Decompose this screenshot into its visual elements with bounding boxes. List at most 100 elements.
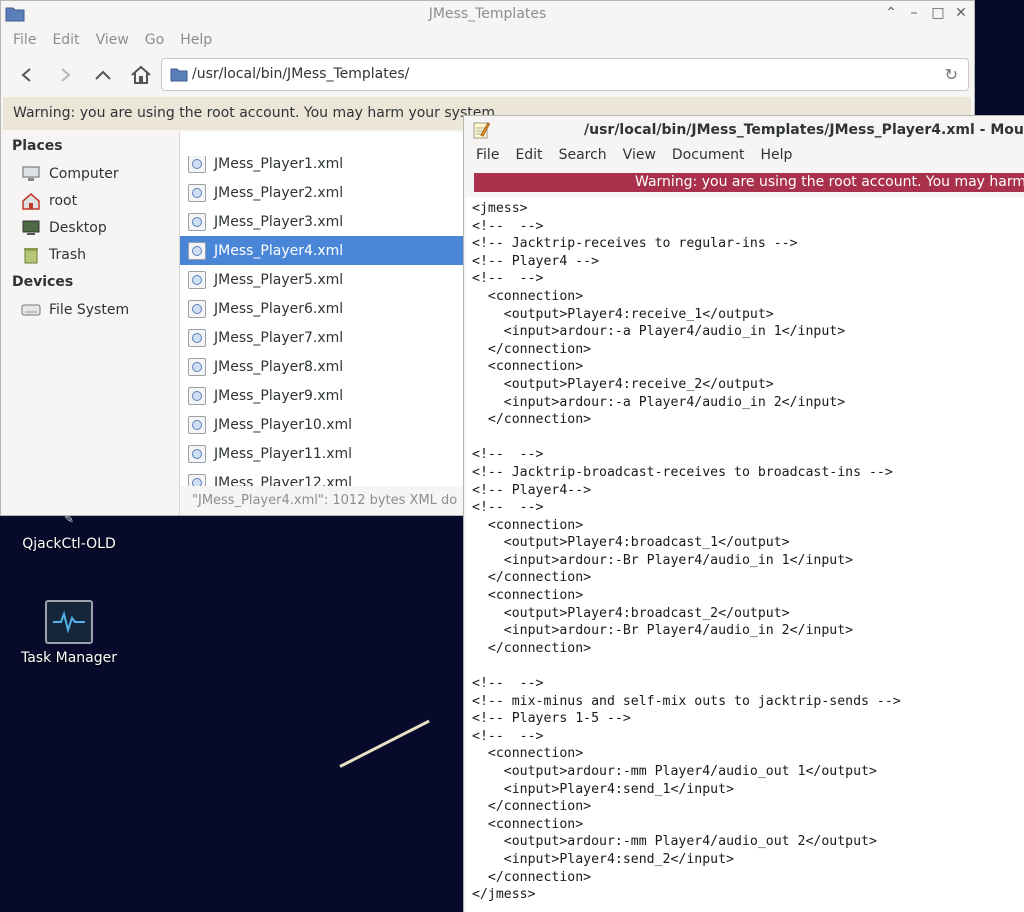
menu-document[interactable]: Document [664,144,753,170]
xml-file-icon [188,473,206,486]
code-line: <input>ardour:-a Player4/audio_in 2</inp… [472,394,846,410]
file-row[interactable]: JMess_Player7.xml [180,323,480,352]
code-line: <output>Player4:receive_1</output> [472,306,774,322]
file-manager-titlebar[interactable]: JMess_Templates ⌃ – □ ✕ [1,1,974,29]
menu-edit[interactable]: Edit [44,29,87,53]
file-name: JMess_Player10.xml [214,416,353,433]
devices-header: Devices [12,274,74,290]
code-line: <!-- --> [472,271,544,287]
location-path: /usr/local/bin/JMess_Templates/ [192,66,410,82]
file-list: JMess_Player1.xml JMess_Player2.xml JMess_… [180,156,480,486]
file-name: JMess_Player12.xml [214,474,353,487]
sidebar-item-file-system[interactable]: File System [1,296,179,323]
code-line: <input>ardour:-Br Player4/audio_in 2</in… [472,623,854,639]
maximize-button[interactable]: □ [928,5,948,21]
desktop-icon-label: Task Manager [20,650,118,666]
file-name: JMess_Player6.xml [214,300,344,317]
sidebar: Places Computer root Desktop Trash Devic… [1,132,180,515]
file-name: JMess_Player5.xml [214,271,344,288]
code-line: <output>ardour:-mm Player4/audio_out 2</… [472,834,877,850]
file-row[interactable]: JMess_Player1.xml [180,156,480,178]
keep-above-icon[interactable]: ⌃ [881,5,901,21]
sidebar-item-computer[interactable]: Computer [1,160,179,187]
menu-view[interactable]: View [615,144,664,170]
code-line: <input>ardour:-Br Player4/audio_in 1</in… [472,552,854,568]
desktop-icon-task-manager[interactable]: Task Manager [14,600,124,666]
file-row[interactable]: JMess_Player6.xml [180,294,480,323]
file-row[interactable]: JMess_Player10.xml [180,410,480,439]
computer-icon [21,164,41,184]
close-button[interactable]: ✕ [951,5,971,21]
code-line: <connection> [472,588,584,604]
forward-button[interactable] [51,61,79,89]
file-row[interactable]: JMess_Player3.xml [180,207,480,236]
file-name: JMess_Player7.xml [214,329,344,346]
code-line: <!-- mix-minus and self-mix outs to jack… [472,693,901,709]
home-button[interactable] [127,61,155,89]
sidebar-item-label: Desktop [49,219,107,236]
minimize-button[interactable]: – [904,5,924,21]
code-line: <output>Player4:broadcast_2</output> [472,605,790,621]
file-list-header [180,132,480,156]
xml-file-icon [188,183,206,202]
code-line: <input>Player4:send_1</input> [472,781,735,797]
status-bar: "JMess_Player4.xml": 1012 bytes XML do [192,493,458,508]
code-line: <connection> [472,816,584,832]
sidebar-item-root[interactable]: root [1,187,179,214]
file-row[interactable]: JMess_Player8.xml [180,352,480,381]
places-header: Places [12,138,63,154]
sidebar-item-label: Trash [49,246,86,263]
code-line: <connection> [472,746,584,762]
up-button[interactable] [89,61,117,89]
menu-view[interactable]: View [88,29,137,53]
trash-icon [21,245,41,265]
text-editor[interactable]: <jmess> <!-- --> <!-- Jacktrip-receives to… [466,197,1024,912]
menu-go[interactable]: Go [137,29,172,53]
code-line: <input>Player4:send_2</input> [472,851,735,867]
file-row[interactable]: JMess_Player11.xml [180,439,480,468]
code-line: </connection> [472,412,592,428]
menu-help[interactable]: Help [172,29,220,53]
code-line: </connection> [472,640,592,656]
window-title: JMess_Templates [428,6,547,22]
reload-icon[interactable]: ↻ [945,65,958,84]
file-row[interactable]: JMess_Player2.xml [180,178,480,207]
menu-search[interactable]: Search [551,144,615,170]
menu-help[interactable]: Help [752,144,800,170]
file-name: JMess_Player2.xml [214,184,344,201]
sidebar-item-label: Computer [49,165,119,182]
menu-edit[interactable]: Edit [507,144,550,170]
file-row[interactable]: JMess_Player5.xml [180,265,480,294]
xml-file-icon [188,299,206,318]
xml-file-icon [188,328,206,347]
file-row[interactable]: JMess_Player9.xml [180,381,480,410]
location-bar[interactable]: /usr/local/bin/JMess_Templates/ ↻ [161,58,969,91]
back-button[interactable] [13,61,41,89]
file-name: JMess_Player3.xml [214,213,344,230]
desktop-icon-qjackctl[interactable]: ✎ QjackCtl-OLD [14,512,124,552]
sidebar-item-trash[interactable]: Trash [1,241,179,268]
code-line: <output>Player4:broadcast_1</output> [472,535,790,551]
folder-icon [170,67,188,86]
file-name: JMess_Player4.xml [214,242,344,259]
notepad-icon [472,120,491,144]
menu-file[interactable]: File [5,29,44,53]
xml-file-icon [188,386,206,405]
code-line: <jmess> [472,201,528,216]
sidebar-item-label: File System [49,301,130,318]
root-warning-bar: Warning: you are using the root account.… [474,173,1024,192]
menu-file[interactable]: File [468,144,507,170]
drive-icon [21,300,41,320]
file-row[interactable]: JMess_Player4.xml [180,236,480,265]
file-name: JMess_Player8.xml [214,358,344,375]
file-row[interactable]: JMess_Player12.xml [180,468,480,486]
code-line: <!-- --> [472,500,544,516]
sidebar-item-desktop[interactable]: Desktop [1,214,179,241]
xml-file-icon [188,415,206,434]
editor-titlebar[interactable]: /usr/local/bin/JMess_Templates/JMess_Pla… [464,116,1024,144]
code-line: </connection> [472,799,592,815]
code-line: </connection> [472,341,592,357]
code-line: <!-- --> [472,728,544,744]
up-icon [95,70,111,80]
